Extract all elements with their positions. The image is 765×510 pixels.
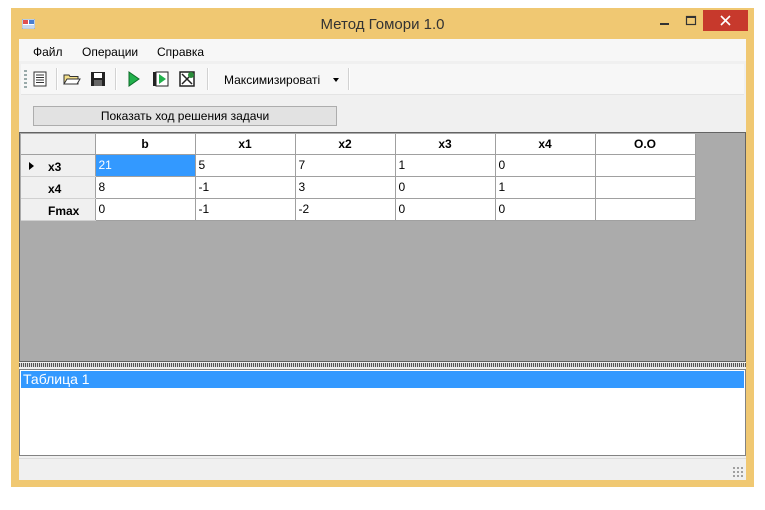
row-header[interactable]: x3 bbox=[21, 154, 96, 177]
show-solution-button[interactable]: Показать ход решения задачи bbox=[33, 106, 337, 126]
table-cell[interactable]: -1 bbox=[195, 176, 296, 199]
table-cell[interactable]: 21 bbox=[95, 154, 196, 177]
maximize-icon bbox=[685, 15, 697, 26]
table-row: x3 21 5 7 1 0 bbox=[21, 154, 696, 177]
chevron-down-icon[interactable] bbox=[333, 78, 339, 82]
toolbar-separator bbox=[56, 68, 58, 90]
menu-file[interactable]: Файл bbox=[33, 45, 63, 59]
table-cell[interactable]: 0 bbox=[495, 154, 596, 177]
tables-list[interactable]: Таблица 1 bbox=[19, 369, 746, 456]
close-button[interactable] bbox=[703, 10, 748, 31]
mode-combo[interactable]: Максимизироваті bbox=[219, 68, 347, 90]
table-cell[interactable]: 1 bbox=[495, 176, 596, 199]
maximize-button[interactable] bbox=[677, 10, 705, 31]
table-cell[interactable]: 3 bbox=[295, 176, 396, 199]
table-cell[interactable]: -1 bbox=[195, 198, 296, 221]
status-bar bbox=[19, 458, 746, 480]
table-row: x4 8 -1 3 0 1 bbox=[21, 176, 696, 199]
row-header[interactable]: x4 bbox=[21, 176, 96, 199]
table-cell[interactable]: 1 bbox=[395, 154, 496, 177]
minimize-icon bbox=[660, 23, 669, 25]
menu-help[interactable]: Справка bbox=[157, 45, 204, 59]
list-item[interactable]: Таблица 1 bbox=[21, 371, 744, 388]
step-forward-icon[interactable] bbox=[151, 69, 171, 89]
toolbar-grip[interactable] bbox=[24, 70, 27, 88]
column-header[interactable]: x3 bbox=[395, 134, 496, 155]
table-cell[interactable] bbox=[595, 198, 696, 221]
table-icon[interactable] bbox=[30, 69, 50, 89]
table-cell[interactable]: 5 bbox=[195, 154, 296, 177]
minimize-button[interactable] bbox=[651, 10, 679, 31]
table-cell[interactable] bbox=[595, 176, 696, 199]
menu-operations[interactable]: Операции bbox=[82, 45, 138, 59]
current-row-icon bbox=[29, 161, 34, 170]
open-folder-icon[interactable] bbox=[62, 69, 82, 89]
run-icon[interactable] bbox=[123, 69, 143, 89]
grid-corner[interactable] bbox=[21, 134, 96, 155]
column-header[interactable]: x1 bbox=[195, 134, 296, 155]
column-header[interactable]: x2 bbox=[295, 134, 396, 155]
save-icon[interactable] bbox=[88, 69, 108, 89]
simplex-table-grid: b x1 x2 x3 x4 O.O x3 21 5 7 1 0 x4 8 -1 … bbox=[19, 132, 746, 362]
row-header-label: Fmax bbox=[48, 203, 80, 218]
table-cell[interactable]: 0 bbox=[395, 198, 496, 221]
close-icon bbox=[720, 15, 731, 26]
table-cell[interactable] bbox=[595, 154, 696, 177]
app-window: Метод Гомори 1.0 Файл Операции Справка М… bbox=[11, 8, 754, 487]
toolbar-separator bbox=[348, 68, 350, 90]
table-cell[interactable]: 0 bbox=[95, 198, 196, 221]
row-header-label: x3 bbox=[48, 159, 62, 174]
splitter[interactable] bbox=[19, 363, 746, 367]
client-area: Файл Операции Справка Максимизироваті По… bbox=[19, 39, 746, 480]
menu-bar: Файл Операции Справка bbox=[19, 39, 746, 61]
column-header[interactable]: O.O bbox=[595, 134, 696, 155]
row-header[interactable]: Fmax bbox=[21, 198, 96, 221]
table-cell[interactable]: 7 bbox=[295, 154, 396, 177]
row-header-label: x4 bbox=[48, 181, 62, 196]
window-title: Метод Гомори 1.0 bbox=[320, 16, 445, 33]
table-row: Fmax 0 -1 -2 0 0 bbox=[21, 198, 696, 221]
toolbar: Максимизироваті bbox=[21, 64, 744, 95]
toolbar-separator bbox=[115, 68, 117, 90]
title-bar[interactable]: Метод Гомори 1.0 bbox=[11, 8, 754, 38]
column-header[interactable]: b bbox=[95, 134, 196, 155]
table-cell[interactable]: 0 bbox=[395, 176, 496, 199]
table-cell[interactable]: 8 bbox=[95, 176, 196, 199]
table-cell[interactable]: -2 bbox=[295, 198, 396, 221]
table-cell[interactable]: 0 bbox=[495, 198, 596, 221]
size-grip[interactable] bbox=[732, 466, 743, 477]
column-header-row: b x1 x2 x3 x4 O.O bbox=[21, 134, 696, 155]
column-header[interactable]: x4 bbox=[495, 134, 596, 155]
toolbar-separator bbox=[207, 68, 209, 90]
simplex-table: b x1 x2 x3 x4 O.O x3 21 5 7 1 0 x4 8 -1 … bbox=[21, 134, 696, 221]
mode-combo-value: Максимизироваті bbox=[224, 73, 321, 87]
stop-icon[interactable] bbox=[177, 69, 197, 89]
